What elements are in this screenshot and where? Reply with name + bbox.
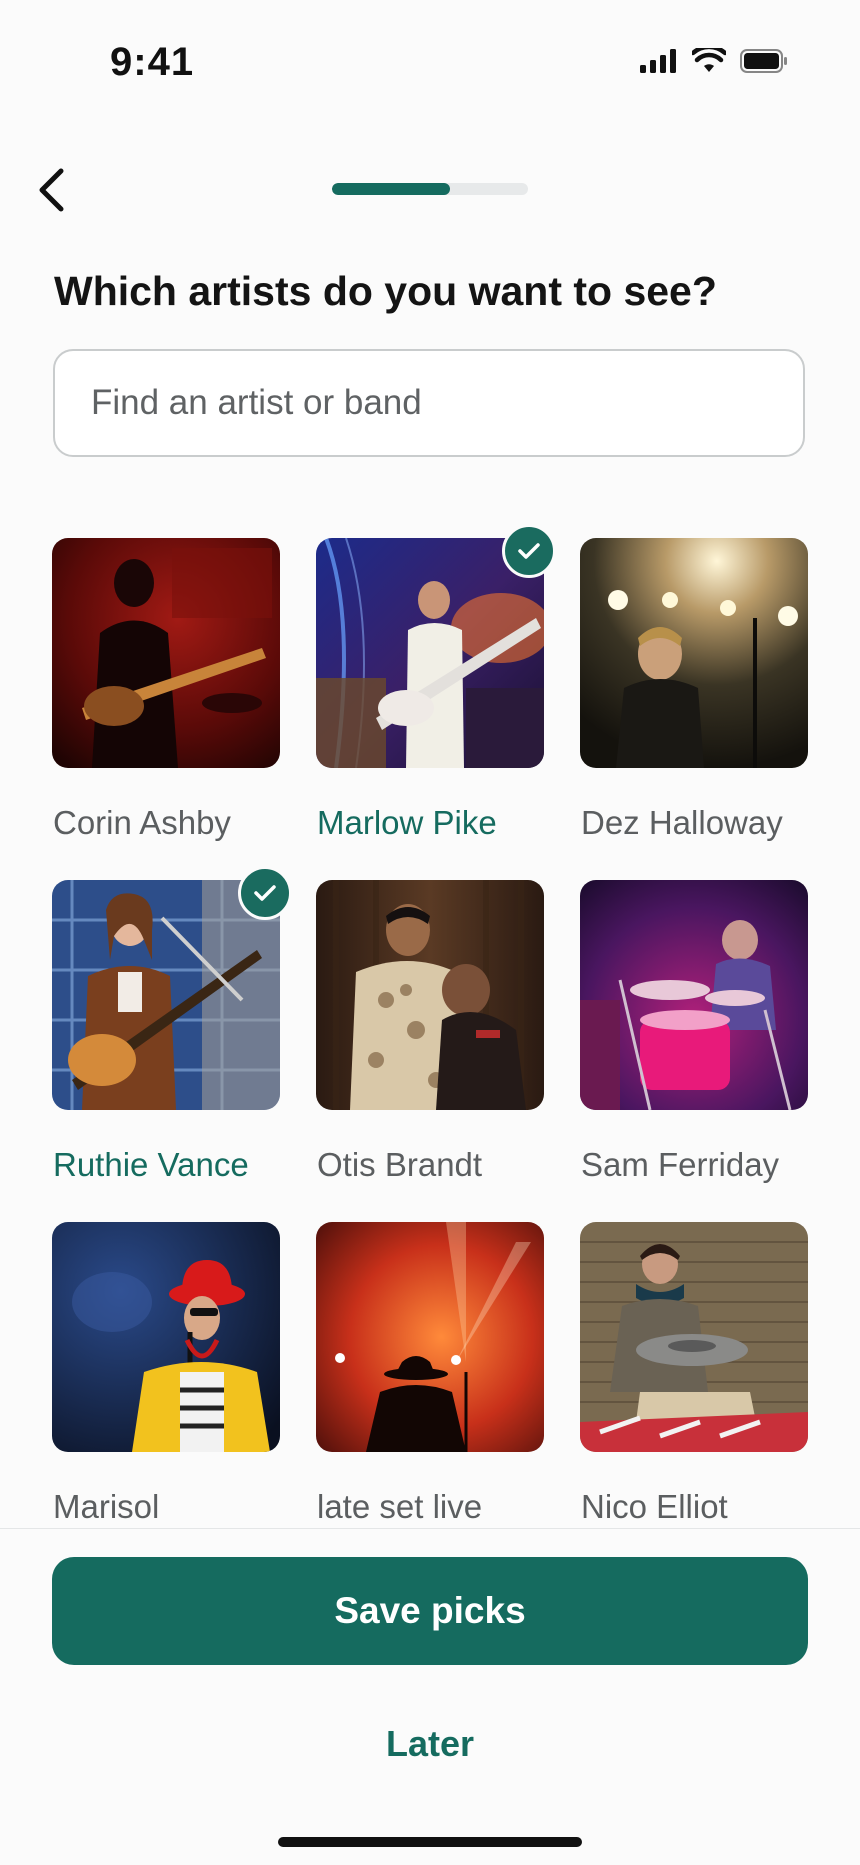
artist-tile[interactable]: Ruthie Vance — [52, 866, 292, 1183]
chevron-left-icon — [39, 168, 64, 212]
artist-photo — [316, 538, 544, 768]
battery-icon — [740, 49, 788, 78]
wifi-icon — [690, 44, 728, 79]
artist-name: Marlow Pike — [317, 804, 497, 841]
artist-tile[interactable]: Corin Ashby — [52, 538, 280, 841]
artist-photo — [580, 880, 808, 1110]
save-picks-button[interactable]: Save picks — [52, 1557, 808, 1665]
onboarding-progress-bar — [332, 183, 528, 195]
artist-tile[interactable]: Dez Halloway — [580, 538, 808, 841]
artist-name: late set live — [317, 1488, 483, 1525]
artist-photo — [52, 880, 280, 1110]
status-bar: 9:41 — [0, 0, 860, 120]
search-field[interactable] — [53, 349, 805, 457]
home-indicator — [278, 1837, 582, 1847]
artist-photo — [316, 1222, 544, 1452]
selected-check-badge — [238, 866, 292, 920]
artist-name: Corin Ashby — [53, 804, 231, 841]
artist-name: Ruthie Vance — [53, 1146, 249, 1183]
check-icon — [254, 885, 276, 901]
artist-tile[interactable]: Marlow Pike — [316, 524, 556, 841]
artist-tile[interactable]: late set live — [316, 1222, 544, 1525]
check-icon — [518, 543, 540, 559]
back-button[interactable] — [22, 160, 82, 220]
artist-photo — [580, 538, 808, 768]
artist-name: Sam Ferriday — [581, 1146, 780, 1183]
selected-check-badge — [502, 524, 556, 578]
artist-tile[interactable]: Otis Brandt — [316, 880, 544, 1183]
progress-fill — [332, 183, 450, 195]
search-input[interactable] — [55, 351, 803, 455]
artist-name: Dez Halloway — [581, 804, 783, 841]
cellular-signal-icon — [640, 49, 678, 78]
artist-tile[interactable]: Nico Elliot — [580, 1222, 808, 1525]
artist-tile[interactable]: Marisol — [52, 1222, 280, 1525]
artist-photo — [52, 1222, 280, 1452]
artist-name: Nico Elliot — [581, 1488, 728, 1525]
artist-name: Otis Brandt — [317, 1146, 483, 1183]
artist-photo — [52, 538, 280, 768]
artist-tile[interactable]: Sam Ferriday — [580, 880, 808, 1183]
bottom-action-bar: Save picks Later — [0, 1528, 860, 1865]
status-icons — [640, 44, 788, 79]
page-title: Which artists do you want to see? — [54, 268, 717, 314]
status-time: 9:41 — [110, 40, 195, 84]
artist-photo — [316, 880, 544, 1110]
artist-name: Marisol — [53, 1488, 160, 1525]
later-button[interactable]: Later — [330, 1709, 530, 1779]
artist-photo — [580, 1222, 808, 1452]
